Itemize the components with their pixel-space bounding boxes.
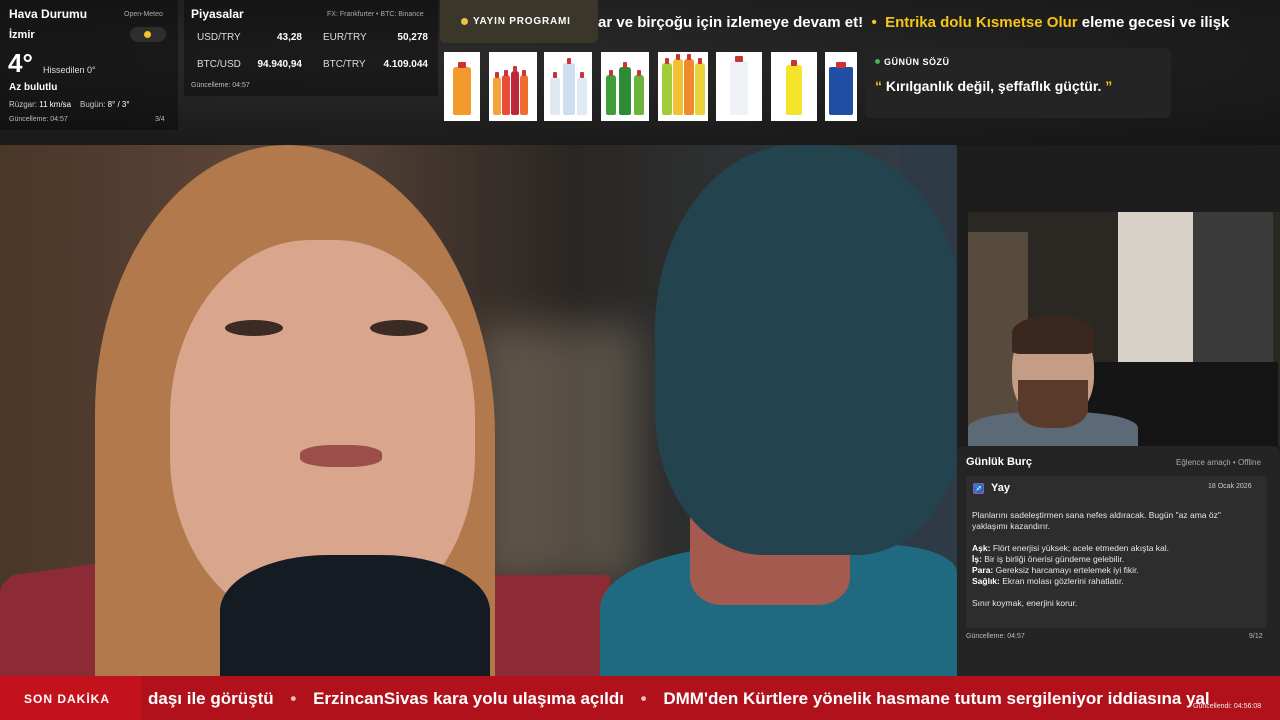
news-separator: • <box>290 689 297 708</box>
top-ticker-text: ar ve birçoğu için izlemeye devam et! • … <box>598 14 1229 31</box>
market-value: 50,278 <box>397 32 428 43</box>
weather-source: Open-Meteo <box>124 11 163 18</box>
weather-wind-row: Rüzgar: 11 km/sa Bugün: 8° / 3° <box>9 100 130 109</box>
horoscope-intro: Planlarını sadeleştirmen sana nefes aldı… <box>972 510 1221 520</box>
top-ticker: ar ve birçoğu için izlemeye devam et! • … <box>598 6 1280 40</box>
horoscope-page: 9/12 <box>1249 633 1263 640</box>
weather-condition: Az bulutlu <box>9 82 58 93</box>
horoscope-date: 18 Ocak 2026 <box>1208 483 1252 490</box>
product-image <box>601 52 649 121</box>
market-value: 94.940,94 <box>257 59 303 70</box>
horoscope-money: Para: Gereksiz harcamayı ertelemek iyi f… <box>972 565 1139 575</box>
wind-value: 11 km/sa <box>39 100 72 109</box>
markets-updated: Güncelleme: 04:57 <box>191 82 250 89</box>
product-image <box>658 52 708 121</box>
schedule-dot-icon <box>461 18 468 25</box>
horoscope-meta: Eğlence amaçlı • Offline <box>1176 458 1261 467</box>
quote-close-mark: ” <box>1105 78 1113 94</box>
quote-text: Kırılganlık değil, şeffaflık güçtür. <box>885 78 1102 94</box>
weather-temperature: 4° <box>8 48 33 78</box>
weather-updated: Güncelleme: 04:57 <box>9 116 68 123</box>
sagittarius-icon: ♐ <box>973 483 984 494</box>
breaking-news-ticker: daşı ile görüştü • ErzincanSivas kara yo… <box>148 689 1210 709</box>
breaking-news-bar: SON DAKİKA daşı ile görüştü • ErzincanSi… <box>0 676 1280 720</box>
quote-of-the-day: GÜNÜN SÖZÜ “ Kırılganlık değil, şeffaflı… <box>865 48 1171 118</box>
horoscope-title: Günlük Burç <box>966 456 1033 468</box>
horoscope-body: Planlarını sadeleştirmen sana nefes aldı… <box>972 510 1264 609</box>
weather-feels-like: Hissedilen 0° <box>43 65 96 75</box>
ticker-separator: • <box>871 14 877 31</box>
news-item: daşı ile görüştü <box>148 689 274 708</box>
status-dot-icon <box>875 59 880 64</box>
broadcast-schedule-button[interactable]: YAYIN PROGRAMI <box>440 0 598 43</box>
product-image <box>489 52 537 121</box>
top-info-bar: Hava Durumu Open-Meteo İzmir 4° Hissedil… <box>0 0 1280 145</box>
market-label: BTC/USD <box>197 59 241 70</box>
quote-text-row: “ Kırılganlık değil, şeffaflık güçtür. ” <box>875 78 1112 94</box>
sponsor-products-strip <box>444 52 857 121</box>
ticker-part: eleme gecesi ve ilişk <box>1081 14 1230 31</box>
markets-source: FX: Frankfurter • BTC: Binance <box>327 11 424 18</box>
weather-city: İzmir <box>9 29 35 41</box>
horoscope-card: ♐ Yay 18 Ocak 2026 Planlarını sadeleştir… <box>966 476 1267 628</box>
product-image <box>716 52 762 121</box>
ticker-highlight: Entrika dolu Kısmetse Olur <box>885 14 1078 31</box>
breaking-news-label: SON DAKİKA <box>0 676 142 720</box>
news-separator: • <box>640 689 647 708</box>
daily-horoscope-panel: Günlük Burç Eğlence amaçlı • Offline ♐ Y… <box>957 446 1280 676</box>
horoscope-updated: Güncelleme: 04:57 <box>966 633 1025 640</box>
market-value: 4.109.044 <box>383 59 429 70</box>
product-image <box>444 52 480 121</box>
quote-open-mark: “ <box>875 78 882 94</box>
horoscope-sign: Yay <box>991 482 1010 494</box>
partly-cloudy-icon <box>130 27 166 42</box>
markets-widget: Piyasalar FX: Frankfurter • BTC: Binance… <box>184 0 438 96</box>
horoscope-intro: yaklaşımı kazandırır. <box>972 521 1050 531</box>
product-image <box>544 52 592 121</box>
streamer-webcam <box>968 212 1280 446</box>
market-label: EUR/TRY <box>323 32 367 43</box>
market-label: USD/TRY <box>197 32 241 43</box>
breaking-news-updated: Güncellendi: 04:56:08 <box>1193 703 1262 710</box>
weather-widget: Hava Durumu Open-Meteo İzmir 4° Hissedil… <box>0 0 178 130</box>
weather-page: 3/4 <box>155 116 165 123</box>
ticker-part: ar ve birçoğu için izlemeye devam et! <box>598 14 864 31</box>
actor-head <box>655 145 957 555</box>
today-label: Bugün: <box>80 100 106 109</box>
schedule-label: YAYIN PROGRAMI <box>473 16 571 27</box>
news-item: ErzincanSivas kara yolu ulaşıma açıldı <box>313 689 624 708</box>
today-value: 8° / 3° <box>107 100 130 109</box>
product-image <box>825 52 857 121</box>
news-item: DMM'den Kürtlere yönelik hasmane tutum s… <box>663 689 1210 708</box>
horoscope-work: İş: Bir iş birliği önerisi gündeme geleb… <box>972 554 1125 564</box>
wind-label: Rüzgar: <box>9 100 38 109</box>
horoscope-love: Aşk: Flört enerjisi yüksek; acele etmede… <box>972 543 1170 553</box>
market-value: 43,28 <box>276 32 302 43</box>
quote-title: GÜNÜN SÖZÜ <box>884 57 950 67</box>
horoscope-health: Sağlık: Ekran molası gözlerini rahatlatı… <box>972 576 1124 586</box>
product-image <box>771 52 817 121</box>
horoscope-advice: Sınır koymak, enerjini korur. <box>972 598 1078 608</box>
market-label: BTC/TRY <box>323 59 366 70</box>
main-video-frame <box>0 145 957 676</box>
